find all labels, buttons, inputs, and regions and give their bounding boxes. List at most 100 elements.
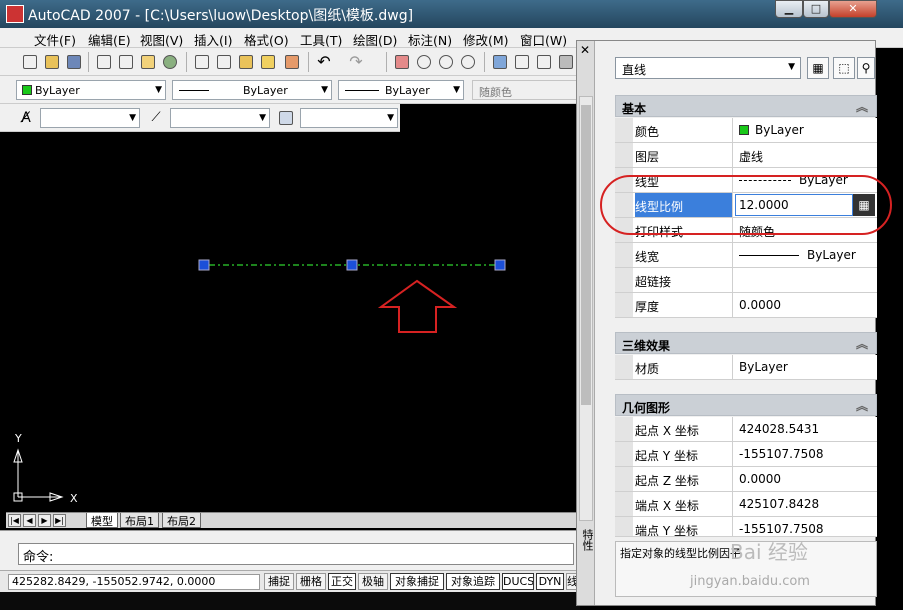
section-basic[interactable]: 基本 ︽ (615, 95, 877, 117)
plotstyle-control[interactable]: 随颜色 (472, 80, 578, 100)
cut-icon[interactable] (192, 52, 212, 72)
table-style-control[interactable]: ▼ (300, 108, 398, 128)
grip-mid[interactable] (346, 259, 358, 271)
redo-icon[interactable]: ↷ (346, 52, 366, 72)
zoom-realtime-icon[interactable] (414, 52, 434, 72)
row-start-x[interactable]: 起点 X 坐标 424028.5431 (615, 417, 877, 442)
ducs-toggle[interactable]: DUCS (502, 573, 534, 590)
color-control[interactable]: ByLayer ▼ (16, 80, 166, 100)
menu-tools[interactable]: 工具(T) (300, 30, 342, 49)
osnap-toggle[interactable]: 对象捕捉 (390, 573, 444, 590)
row-start-y[interactable]: 起点 Y 坐标 -155107.7508 (615, 442, 877, 467)
match-properties-icon[interactable] (258, 52, 278, 72)
quick-select-icon[interactable]: ⚲ (857, 57, 875, 79)
select-objects-icon[interactable]: ⬚ (833, 57, 855, 79)
grip-start[interactable] (198, 259, 210, 271)
ucs-icon (13, 448, 64, 502)
properties-icon[interactable] (490, 52, 510, 72)
row-end-y[interactable]: 端点 Y 坐标 -155107.7508 (615, 517, 877, 537)
palette-scrollbar[interactable] (579, 96, 593, 521)
menu-edit[interactable]: 编辑(E) (88, 30, 131, 49)
polar-toggle[interactable]: 极轴 (358, 573, 388, 590)
text-style-icon[interactable]: A̸ (16, 108, 36, 128)
menu-insert[interactable]: 插入(I) (194, 30, 232, 49)
tab-model[interactable]: 模型 (86, 513, 118, 528)
last-tab-icon[interactable]: ▶| (53, 514, 66, 527)
pan-icon[interactable] (392, 52, 412, 72)
row-thickness[interactable]: 厚度 0.0000 (615, 293, 877, 318)
tab-layout2[interactable]: 布局2 (162, 513, 201, 528)
design-center-icon[interactable] (512, 52, 532, 72)
coordinate-readout: 425282.8429, -155052.9742, 0.0000 (8, 574, 260, 590)
row-lineweight[interactable]: 线宽 ByLayer (615, 243, 877, 268)
row-hyperlink[interactable]: 超链接 (615, 268, 877, 293)
close-button[interactable]: ✕ (829, 0, 877, 18)
red-highlight-ellipse (600, 175, 892, 235)
object-type-select[interactable]: 直线 ▼ (615, 57, 801, 79)
section-3d-effects[interactable]: 三维效果 ︽ (615, 332, 877, 354)
drawing-svg (13, 259, 506, 502)
grid-toggle[interactable]: 栅格 (296, 573, 326, 590)
collapse-icon[interactable]: ︽ (856, 335, 868, 352)
open-icon[interactable] (42, 52, 62, 72)
menu-window[interactable]: 窗口(W) (520, 30, 567, 49)
row-layer[interactable]: 图层 虚线 (615, 143, 877, 168)
title-bar: AutoCAD 2007 - [C:\Users\luow\Desktop\图纸… (0, 0, 903, 28)
sheet-set-icon[interactable] (556, 52, 576, 72)
3d-dwf-icon[interactable] (160, 52, 180, 72)
prev-tab-icon[interactable]: ◀ (23, 514, 36, 527)
otrack-toggle[interactable]: 对象追踪 (446, 573, 500, 590)
dyn-toggle[interactable]: DYN (536, 573, 564, 590)
menu-modify[interactable]: 修改(M) (463, 30, 509, 49)
dim-style-control[interactable]: ▼ (170, 108, 270, 128)
chevron-down-icon: ▼ (321, 85, 328, 95)
row-start-z[interactable]: 起点 Z 坐标 0.0000 (615, 467, 877, 492)
paste-icon[interactable] (236, 52, 256, 72)
linetype-control[interactable]: ByLayer ▼ (172, 80, 332, 100)
menu-draw[interactable]: 绘图(D) (353, 30, 397, 49)
properties-palette: ✕ 特性 直线 ▼ ▦ ⬚ ⚲ 基本 ︽ 颜色 ByLayer 图层 虚线 线型… (576, 40, 877, 606)
section-geometry[interactable]: 几何图形 ︽ (615, 394, 877, 416)
menu-file[interactable]: 文件(F) (34, 30, 76, 49)
zoom-window-icon[interactable] (436, 52, 456, 72)
collapse-icon[interactable]: ︽ (856, 397, 868, 414)
grip-end[interactable] (494, 259, 506, 271)
print-preview-icon[interactable] (116, 52, 136, 72)
snap-toggle[interactable]: 捕捉 (264, 573, 294, 590)
tool-palettes-icon[interactable] (534, 52, 554, 72)
zoom-previous-icon[interactable] (458, 52, 478, 72)
menu-view[interactable]: 视图(V) (140, 30, 183, 49)
new-icon[interactable] (20, 52, 40, 72)
block-editor-icon[interactable] (282, 52, 302, 72)
command-line[interactable]: 命令: (18, 543, 574, 565)
lineweight-control[interactable]: ByLayer ▼ (338, 80, 464, 100)
row-color[interactable]: 颜色 ByLayer (615, 118, 877, 143)
save-icon[interactable] (64, 52, 84, 72)
palette-close-icon[interactable]: ✕ (580, 43, 590, 57)
table-style-icon[interactable] (276, 108, 296, 128)
toggle-pickadd-icon[interactable]: ▦ (807, 57, 829, 79)
chevron-down-icon: ▼ (129, 113, 136, 123)
menu-format[interactable]: 格式(O) (244, 30, 289, 49)
row-material[interactable]: 材质 ByLayer (615, 355, 877, 380)
tab-layout1[interactable]: 布局1 (120, 513, 159, 528)
print-icon[interactable] (94, 52, 114, 72)
dim-style-icon[interactable]: ⟋ (146, 108, 166, 128)
row-end-x[interactable]: 端点 X 坐标 425107.8428 (615, 492, 877, 517)
properties-toolbar: ByLayer ▼ ByLayer ▼ ByLayer ▼ 随颜色 (0, 76, 580, 104)
copy-icon[interactable] (214, 52, 234, 72)
ortho-toggle[interactable]: 正交 (328, 573, 356, 590)
text-style-control[interactable]: ▼ (40, 108, 140, 128)
minimize-button[interactable]: ▁ (775, 0, 803, 18)
undo-icon[interactable]: ↶ (314, 52, 334, 72)
publish-icon[interactable] (138, 52, 158, 72)
next-tab-icon[interactable]: ▶ (38, 514, 51, 527)
menu-dimension[interactable]: 标注(N) (408, 30, 452, 49)
first-tab-icon[interactable]: |◀ (8, 514, 21, 527)
autocad-app-icon[interactable] (6, 5, 24, 23)
drawing-canvas[interactable]: Y X (6, 132, 576, 512)
watermark-url: jingyan.baidu.com (690, 574, 810, 589)
collapse-icon[interactable]: ︽ (856, 98, 868, 115)
maximize-button[interactable]: □ (803, 0, 829, 18)
palette-title-strip: ✕ 特性 (577, 41, 595, 605)
